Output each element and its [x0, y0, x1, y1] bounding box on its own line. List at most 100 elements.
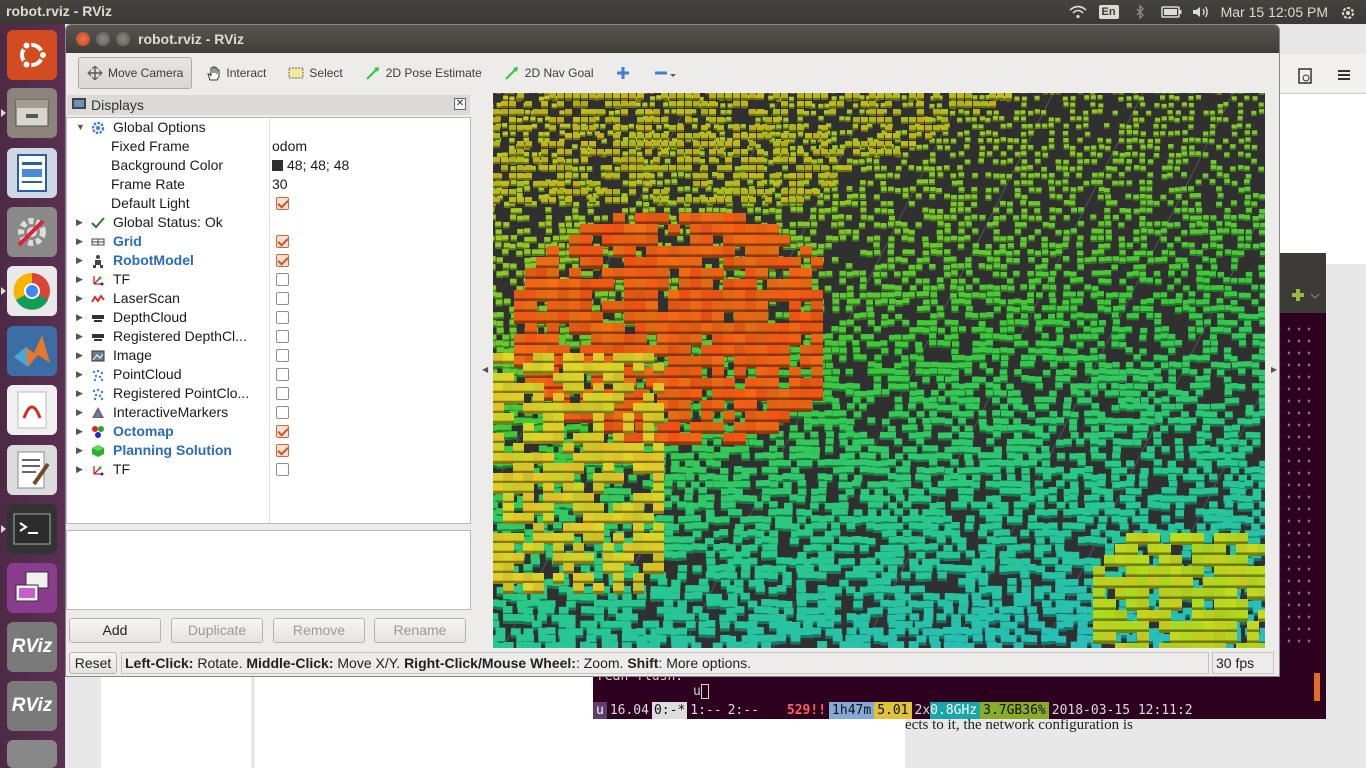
- display-enabled-checkbox[interactable]: [276, 425, 289, 438]
- expand-arrow-icon[interactable]: ▶: [76, 232, 83, 251]
- rename-button[interactable]: Rename: [374, 618, 466, 643]
- tree-row-display[interactable]: ▶ Registered PointClo...: [67, 384, 470, 403]
- tree-row-display[interactable]: ▶ Registered DepthCl...: [67, 327, 470, 346]
- add-button[interactable]: Add: [69, 618, 161, 643]
- battery-icon[interactable]: [1160, 5, 1182, 19]
- expand-arrow-icon[interactable]: ▶: [76, 251, 83, 270]
- expand-arrow-icon[interactable]: ▶: [76, 441, 83, 460]
- rviz-window: robot.rviz - RViz Move Camera Interact S…: [65, 24, 1280, 677]
- tmux-window-0[interactable]: 0:-*: [651, 702, 688, 719]
- expand-arrow-icon[interactable]: ▶: [76, 384, 83, 403]
- tree-row-global-status[interactable]: ▶ Global Status: Ok: [67, 213, 470, 232]
- plus-icon: [616, 66, 632, 80]
- display-enabled-checkbox[interactable]: [276, 463, 289, 476]
- trash-icon[interactable]: [7, 740, 57, 768]
- displays-tree[interactable]: ▼ Global Options Fixed Frame odom Backgr…: [66, 117, 471, 524]
- display-enabled-checkbox[interactable]: [276, 330, 289, 343]
- tree-row-display[interactable]: ▶ Planning Solution: [67, 441, 470, 460]
- fixed-frame-value[interactable]: odom: [272, 137, 307, 156]
- display-enabled-checkbox[interactable]: [276, 235, 289, 248]
- tree-row-default-light[interactable]: Default Light: [67, 194, 470, 213]
- expand-arrow-icon[interactable]: ▶: [76, 213, 83, 232]
- expand-arrow-icon[interactable]: ▼: [76, 118, 85, 137]
- tree-row-display[interactable]: ▶ RobotModel: [67, 251, 470, 270]
- expand-arrow-icon[interactable]: ▶: [76, 365, 83, 384]
- duplicate-button[interactable]: Duplicate: [171, 618, 263, 643]
- 3d-viewport[interactable]: [493, 93, 1265, 648]
- display-enabled-checkbox[interactable]: [276, 292, 289, 305]
- display-enabled-checkbox[interactable]: [276, 444, 289, 457]
- default-light-checkbox[interactable]: [276, 197, 289, 210]
- close-icon[interactable]: [76, 32, 90, 46]
- display-enabled-checkbox[interactable]: [276, 311, 289, 324]
- expand-arrow-icon[interactable]: ▶: [76, 270, 83, 289]
- tmux-window-1[interactable]: 1:--: [687, 702, 724, 719]
- display-label: Octomap: [113, 423, 174, 439]
- expand-arrow-icon[interactable]: ▶: [76, 403, 83, 422]
- interact-button[interactable]: Interact: [196, 57, 275, 89]
- clock[interactable]: Mar 15 12:05 PM: [1221, 4, 1328, 20]
- text-editor-icon[interactable]: [7, 445, 57, 495]
- matlab-icon[interactable]: [7, 326, 57, 376]
- display-enabled-checkbox[interactable]: [276, 368, 289, 381]
- expand-arrow-icon[interactable]: ▶: [76, 460, 83, 479]
- remove-button[interactable]: Remove: [273, 618, 365, 643]
- expand-arrow-icon[interactable]: ▶: [76, 308, 83, 327]
- tree-row-display[interactable]: ▶ LaserScan: [67, 289, 470, 308]
- terminal-icon[interactable]: [1, 504, 57, 554]
- tree-row-background-color[interactable]: Background Color 48; 48; 48: [67, 156, 470, 175]
- select-label: Select: [309, 66, 343, 80]
- pose-estimate-button[interactable]: 2D Pose Estimate: [356, 57, 491, 89]
- background-color-value[interactable]: 48; 48; 48: [272, 156, 349, 175]
- files-icon[interactable]: [1, 88, 57, 138]
- keyboard-layout-indicator[interactable]: En: [1098, 5, 1119, 19]
- expand-arrow-icon[interactable]: ▶: [76, 289, 83, 308]
- tree-row-display[interactable]: ▶ Image: [67, 346, 470, 365]
- minimize-icon[interactable]: [96, 32, 110, 46]
- expand-arrow-icon[interactable]: ▶: [76, 422, 83, 441]
- tree-row-display[interactable]: ▶ TF: [67, 460, 470, 479]
- tree-row-global-options[interactable]: ▼ Global Options: [67, 118, 470, 137]
- interact-label: Interact: [226, 66, 267, 80]
- left-splitter-arrow-icon[interactable]: ◀: [482, 365, 488, 374]
- maximize-icon[interactable]: [116, 32, 130, 46]
- ubuntu-icon[interactable]: [7, 30, 57, 80]
- expand-arrow-icon[interactable]: ▶: [76, 346, 83, 365]
- rviz-icon[interactable]: RViz: [7, 681, 57, 731]
- pdf-icon[interactable]: [7, 385, 57, 435]
- display-enabled-checkbox[interactable]: [276, 406, 289, 419]
- writer-icon[interactable]: [7, 148, 57, 198]
- tree-row-display[interactable]: ▶ InteractiveMarkers: [67, 403, 470, 422]
- move-camera-button[interactable]: Move Camera: [78, 57, 193, 89]
- wifi-icon[interactable]: [1069, 5, 1087, 19]
- remote-desktop-icon[interactable]: [7, 563, 57, 613]
- color-swatch: [272, 160, 283, 171]
- display-enabled-checkbox[interactable]: [276, 387, 289, 400]
- add-tool-button[interactable]: [607, 57, 641, 89]
- tmux-window-2[interactable]: 2:--: [725, 702, 762, 719]
- select-button[interactable]: Select: [279, 57, 351, 89]
- tree-row-display[interactable]: ▶ DepthCloud: [67, 308, 470, 327]
- display-enabled-checkbox[interactable]: [276, 254, 289, 267]
- volume-icon[interactable]: [1191, 5, 1209, 19]
- settings-icon[interactable]: [7, 207, 57, 257]
- display-enabled-checkbox[interactable]: [276, 273, 289, 286]
- power-gear-icon[interactable]: [1340, 5, 1358, 19]
- bluetooth-icon[interactable]: [1131, 4, 1149, 20]
- tree-row-fixed-frame[interactable]: Fixed Frame odom: [67, 137, 470, 156]
- right-splitter-arrow-icon[interactable]: ▶: [1271, 365, 1277, 374]
- reset-button[interactable]: Reset: [69, 652, 117, 674]
- display-enabled-checkbox[interactable]: [276, 349, 289, 362]
- tree-row-frame-rate[interactable]: Frame Rate 30: [67, 175, 470, 194]
- frame-rate-value[interactable]: 30: [272, 175, 288, 194]
- remove-tool-button[interactable]: [645, 57, 679, 89]
- tree-row-display[interactable]: ▶ PointCloud: [67, 365, 470, 384]
- close-panel-icon[interactable]: ✕: [454, 98, 466, 110]
- nav-goal-button[interactable]: 2D Nav Goal: [495, 57, 603, 89]
- tree-row-display[interactable]: ▶ Octomap: [67, 422, 470, 441]
- tree-row-display[interactable]: ▶ TF: [67, 270, 470, 289]
- chrome-icon[interactable]: [1, 266, 57, 316]
- expand-arrow-icon[interactable]: ▶: [76, 327, 83, 346]
- rviz-icon[interactable]: RViz: [7, 622, 57, 672]
- tree-row-display[interactable]: ▶ Grid: [67, 232, 470, 251]
